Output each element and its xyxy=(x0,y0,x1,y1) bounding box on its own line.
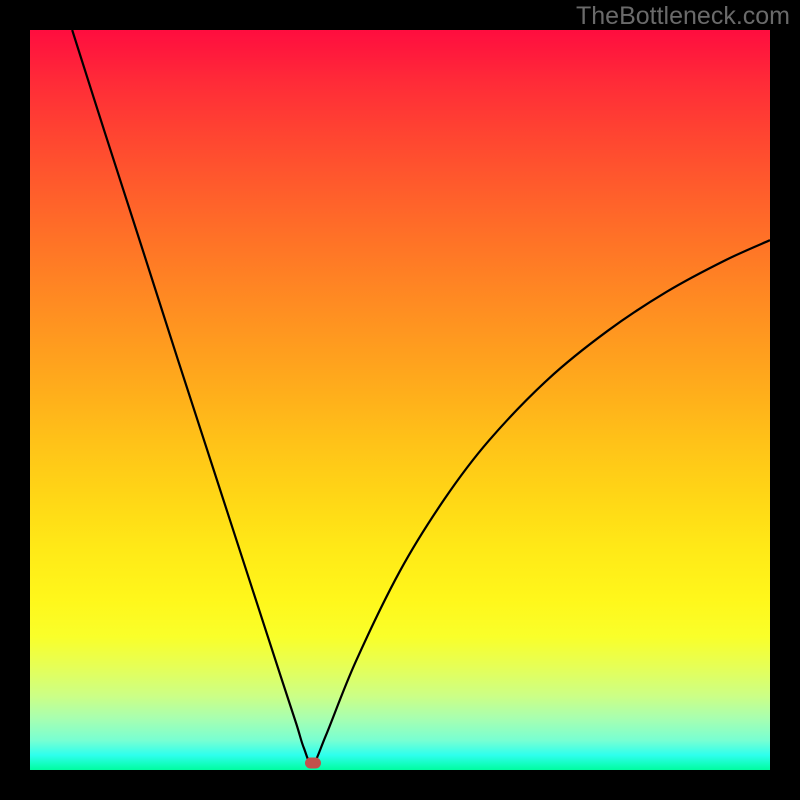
attribution-watermark: TheBottleneck.com xyxy=(576,2,790,31)
optimal-point-marker xyxy=(305,757,321,768)
plot-area xyxy=(30,30,770,770)
chart-container: TheBottleneck.com xyxy=(0,0,800,800)
bottleneck-curve xyxy=(30,30,770,770)
